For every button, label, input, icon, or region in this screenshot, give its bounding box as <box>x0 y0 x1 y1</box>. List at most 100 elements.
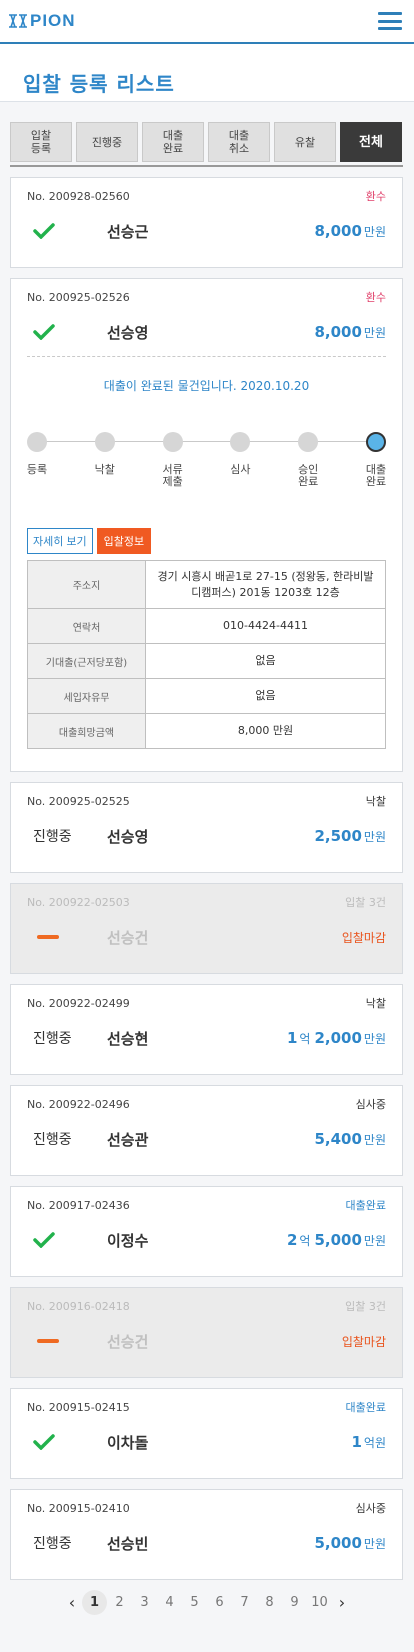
step-dot <box>162 432 183 452</box>
tab-label: 입찰 등록 <box>30 129 52 155</box>
list-item-closed[interactable]: No. 200916-02418 입찰 3건 선승건 입찰마감 <box>10 1287 403 1378</box>
logo[interactable]: PION <box>8 11 76 31</box>
page-2[interactable]: 2 <box>107 1590 132 1615</box>
list-item-closed[interactable]: No. 200922-02503 입찰 3건 선승건 입찰마감 <box>10 883 403 974</box>
status-badge: 환수 <box>365 190 386 203</box>
borrower-name: 선승영 <box>107 323 149 342</box>
item-number: No. 200922-02499 <box>27 996 130 1010</box>
status-badge: 환수 <box>365 291 386 304</box>
status-badge: 심사중 <box>355 1502 386 1515</box>
status-badge: 입찰 3건 <box>345 1300 386 1313</box>
amount: 8,000 만원 <box>314 222 386 240</box>
page-5[interactable]: 5 <box>182 1590 207 1615</box>
progress-label: 진행중 <box>33 1536 72 1552</box>
check-icon <box>33 324 55 340</box>
list-item[interactable]: No. 200928-02560 환수 선승근 8,000 만원 <box>10 177 403 268</box>
item-number: No. 200922-02503 <box>27 895 130 909</box>
tab-bid-registered[interactable]: 입찰 등록 <box>10 122 72 162</box>
tab-failed-bid[interactable]: 유찰 <box>274 122 336 162</box>
page-4[interactable]: 4 <box>157 1590 182 1615</box>
tab-label: 대출 완료 <box>162 129 184 155</box>
step-label: 낙찰 <box>94 463 115 476</box>
step-label: 등록 <box>26 463 48 476</box>
row-value: 없음 <box>145 678 386 714</box>
step-dot <box>298 432 319 452</box>
borrower-name: 선승영 <box>107 827 149 846</box>
tab-all[interactable]: 전체 <box>340 122 402 162</box>
progress-steps <box>27 432 386 452</box>
check-icon <box>33 1232 55 1248</box>
item-number: No. 200922-02496 <box>27 1097 130 1111</box>
table-row: 연락처 010-4424-4411 <box>27 608 386 644</box>
tab-label: 유찰 <box>294 135 316 149</box>
page-9[interactable]: 9 <box>282 1590 307 1615</box>
tab-loan-cancel[interactable]: 대출 취소 <box>208 122 270 162</box>
bid-info-button[interactable]: 입찰정보 <box>96 528 152 554</box>
tab-label: 대출 취소 <box>228 129 250 155</box>
step-label: 승인 완료 <box>298 463 319 488</box>
menu-icon[interactable] <box>378 12 402 30</box>
list-item-expanded[interactable]: No. 200925-02526 환수 선승영 8,000 만원 대출이 완료된 … <box>10 278 403 772</box>
amount: 2 억 5,000 만원 <box>286 1231 386 1249</box>
detail-panel: 대출이 완료된 물건입니다. 2020.10.20 등록 낙찰 서류 제출 심사… <box>27 356 386 749</box>
amount: 1 억원 <box>351 1433 386 1451</box>
amount: 2,500 만원 <box>314 827 386 845</box>
status-badge: 낙찰 <box>365 997 386 1010</box>
step-label: 서류 제출 <box>162 463 183 488</box>
progress-label: 진행중 <box>33 829 72 845</box>
list-item[interactable]: No. 200925-02525 낙찰 진행중 선승영 2,500 만원 <box>10 782 403 873</box>
page-7[interactable]: 7 <box>232 1590 257 1615</box>
view-detail-button[interactable]: 자세히 보기 <box>27 528 93 554</box>
table-row: 주소지 경기 시흥시 배곧1로 27-15 (정왕동, 한라비발디캠퍼스) 201… <box>27 560 386 609</box>
page-3[interactable]: 3 <box>132 1590 157 1615</box>
list-item[interactable]: No. 200915-02415 대출완료 이차돌 1 억원 <box>10 1388 403 1479</box>
amount: 1 억 2,000 만원 <box>286 1029 386 1047</box>
page-10[interactable]: 10 <box>307 1590 332 1615</box>
row-value: 8,000 만원 <box>145 713 386 749</box>
amount: 5,000 만원 <box>314 1534 386 1552</box>
page-8[interactable]: 8 <box>257 1590 282 1615</box>
list-item[interactable]: No. 200917-02436 대출완료 이정수 2 억 5,000 만원 <box>10 1186 403 1277</box>
step-label: 대출 완료 <box>365 463 387 488</box>
item-number: No. 200916-02418 <box>27 1299 130 1313</box>
closed-label: 입찰마감 <box>341 1334 386 1349</box>
page-title-bar: 입찰 등록 리스트 <box>0 44 414 102</box>
table-row: 대출희망금액 8,000 만원 <box>27 713 386 749</box>
borrower-name: 선승빈 <box>107 1534 149 1553</box>
item-number: No. 200917-02436 <box>27 1198 130 1212</box>
step-dot <box>94 432 115 452</box>
pagination: ‹ 1 2 3 4 5 6 7 8 9 10 › <box>0 1590 414 1615</box>
amount: 5,400 만원 <box>314 1130 386 1148</box>
borrower-name: 선승건 <box>107 928 149 947</box>
list-item[interactable]: No. 200922-02499 낙찰 진행중 선승현 1 억 2,000 만원 <box>10 984 403 1075</box>
item-number: No. 200915-02410 <box>27 1501 130 1515</box>
bid-list: No. 200928-02560 환수 선승근 8,000 만원 No. 2009… <box>0 167 414 1580</box>
table-row: 기대출(근저당포함) 없음 <box>27 643 386 679</box>
list-item[interactable]: No. 200922-02496 심사중 진행중 선승관 5,400 만원 <box>10 1085 403 1176</box>
page-6[interactable]: 6 <box>207 1590 232 1615</box>
page-title: 입찰 등록 리스트 <box>23 72 175 96</box>
tab-in-progress[interactable]: 진행중 <box>76 122 138 162</box>
step-dot <box>230 432 251 452</box>
tab-label: 진행중 <box>91 135 123 149</box>
tab-loan-complete[interactable]: 대출 완료 <box>142 122 204 162</box>
next-page-button[interactable]: › <box>332 1590 352 1615</box>
dash-icon <box>37 1339 59 1343</box>
app-header: PION <box>0 0 414 44</box>
row-key: 주소지 <box>27 560 146 609</box>
borrower-name: 선승관 <box>107 1130 149 1149</box>
closed-label: 입찰마감 <box>341 930 386 945</box>
page-1[interactable]: 1 <box>82 1590 107 1615</box>
status-badge: 대출완료 <box>345 1401 386 1414</box>
list-item[interactable]: No. 200915-02410 심사중 진행중 선승빈 5,000 만원 <box>10 1489 403 1580</box>
item-number: No. 200925-02526 <box>27 290 130 304</box>
logo-text: PION <box>30 11 76 30</box>
borrower-name: 이정수 <box>107 1231 149 1250</box>
row-value: 010-4424-4411 <box>145 608 386 644</box>
prev-page-button[interactable]: ‹ <box>62 1590 82 1615</box>
item-number: No. 200915-02415 <box>27 1400 130 1414</box>
borrower-name: 이차돌 <box>107 1433 149 1452</box>
row-key: 연락처 <box>27 608 146 644</box>
status-badge: 낙찰 <box>365 795 386 808</box>
step-dot-current <box>365 432 386 452</box>
